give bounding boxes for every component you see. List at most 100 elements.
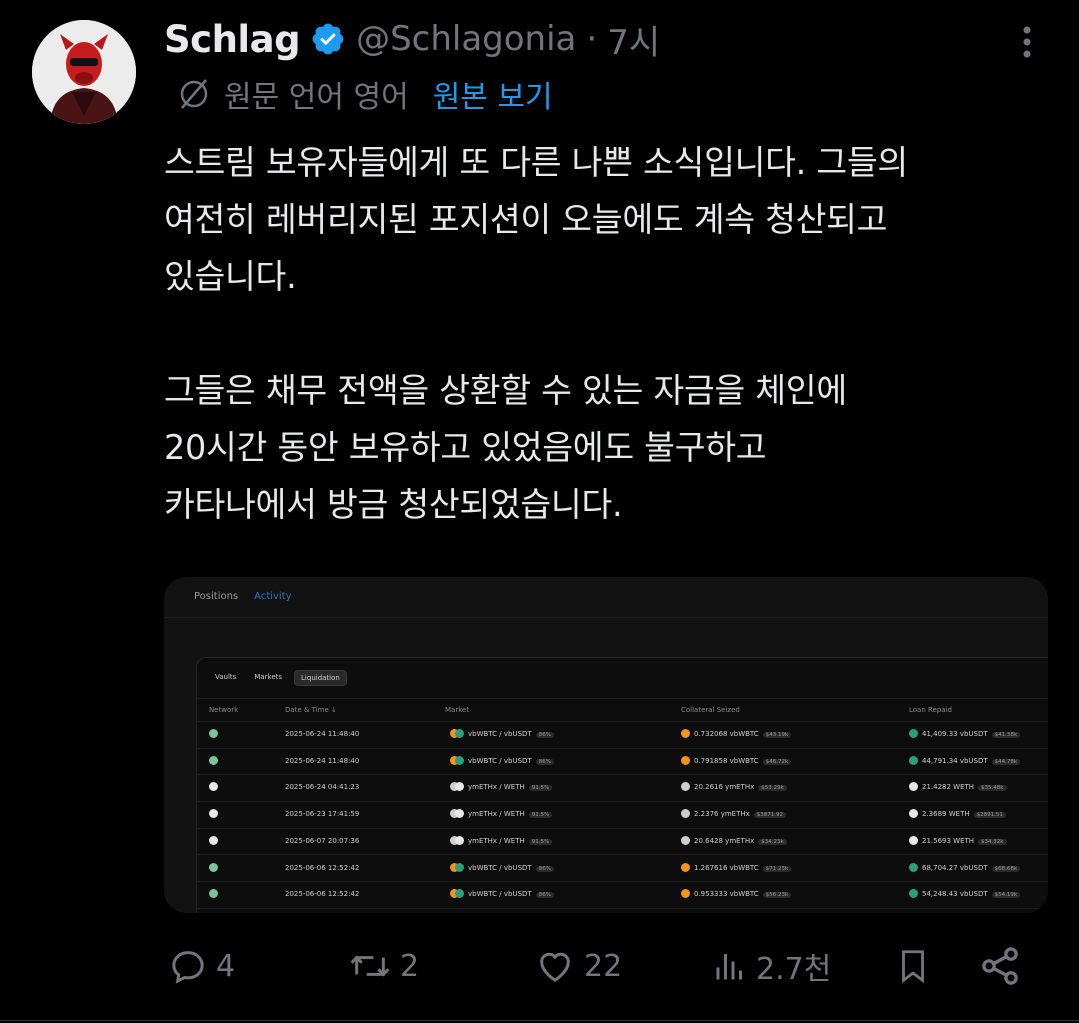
row-date: 2025-06-24 11:48:40 — [285, 756, 360, 765]
network-icon — [209, 782, 218, 792]
lltv-badge: 91.5% — [528, 812, 553, 819]
row-collateral: 20.2616 ymETHx $53.29k — [694, 783, 787, 792]
reply-button[interactable]: 4 — [168, 940, 235, 992]
collateral-amount: 0.732068 vbWBTC — [694, 730, 759, 738]
author-name[interactable]: Schlag — [164, 18, 301, 61]
loan-token-icon — [909, 755, 918, 765]
row-collateral: 1.267616 vbWBTC $71.23k — [694, 863, 792, 872]
pill-vaults: Vaults — [215, 673, 237, 681]
table-row: 2025-06-24 04:41:23 ymETHx / WETH 91.5% 20.… — [197, 774, 1048, 803]
network-icon — [209, 889, 218, 899]
tweet-text: 스트림 보유자들에게 또 다른 나쁜 소식입니다. 그들의 여전히 레버리지된 … — [164, 143, 908, 524]
original-language-label: 원문 언어 영어 — [224, 80, 409, 115]
market-pair-icon — [450, 782, 464, 792]
loan-usd-badge: $2891.51 — [973, 812, 1006, 819]
row-market: ymETHx / WETH 91.5% — [468, 837, 553, 845]
row-date: 2025-06-24 04:41:23 — [285, 783, 360, 792]
show-original-link[interactable]: 원본 보기 — [433, 72, 553, 116]
repost-count: 2 — [400, 948, 420, 984]
row-loan: 21.4282 WETH $35.48k — [922, 783, 1007, 792]
loan-token-icon — [909, 862, 918, 872]
pill-markets: Markets — [254, 673, 283, 681]
translation-notice: 원문 언어 영어 원본 보기 — [176, 72, 553, 116]
repost-icon — [350, 955, 390, 977]
table-row: 2025-06-23 17:41:59 ymETHx / WETH 91.5% 2.2… — [197, 801, 1048, 829]
author-handle[interactable]: @Schlagonia — [356, 19, 576, 59]
lltv-badge: 91.5% — [528, 785, 553, 792]
lltv-badge: 91.5% — [528, 838, 553, 845]
loan-usd-badge: $34.32k — [978, 838, 1007, 845]
collateral-usd-badge: $53.29k — [758, 785, 787, 792]
collateral-usd-badge: $34.23k — [758, 838, 787, 845]
collateral-token-icon — [681, 755, 690, 765]
timestamp[interactable]: 7시 — [607, 15, 660, 64]
network-icon — [209, 755, 218, 765]
row-date: 2025-06-23 17:41:59 — [285, 810, 360, 819]
market-pair-icon — [450, 809, 464, 819]
tweet-media-image[interactable]: Positions Activity Vaults Markets Liquid… — [164, 577, 1048, 913]
col-network: Network — [209, 706, 239, 714]
row-date: 2025-06-07 20:07:36 — [285, 836, 360, 845]
loan-amount: 44,791.34 vbUSDT — [922, 756, 988, 765]
collateral-amount: 1.267616 vbWBTC — [694, 863, 759, 872]
lltv-badge: 86% — [535, 865, 554, 872]
avatar[interactable] — [32, 20, 136, 124]
collateral-usd-badge: $43.19k — [762, 732, 792, 738]
table-row: 2025-06-24 11:48:40 vbWBTC / vbUSDT 86% 0.7… — [197, 721, 1048, 749]
loan-usd-badge: $54.19k — [991, 892, 1021, 899]
market-pair: ymETHx / WETH — [468, 783, 525, 792]
row-date: 2025-06-06 12:52:42 — [285, 863, 360, 872]
share-button[interactable] — [978, 940, 1022, 992]
separator-dot: · — [586, 19, 598, 59]
loan-amount: 21.5693 WETH — [922, 836, 975, 845]
row-collateral: 20.6428 ymETHx $34.23k — [694, 837, 787, 845]
row-market: vbWBTC / vbUSDT 86% — [468, 730, 554, 738]
market-pair-icon — [450, 862, 464, 872]
row-collateral: 0.953333 vbWBTC $56.23k — [694, 890, 792, 899]
bookmark-button[interactable] — [894, 940, 932, 992]
media-tabs: Positions Activity — [194, 591, 294, 618]
col-collateral: Collateral Seized — [681, 706, 740, 714]
row-market: vbWBTC / vbUSDT 86% — [468, 864, 554, 872]
network-icon — [209, 862, 218, 872]
collateral-token-icon — [681, 729, 690, 738]
table-row: 2025-06-06 12:52:42 vbWBTC / vbUSDT 86% 1.2… — [197, 855, 1048, 883]
collateral-amount: 20.2616 ymETHx — [694, 783, 755, 792]
verified-badge-icon[interactable] — [310, 21, 346, 57]
row-collateral: 2.2376 ymETHx $3871.92 — [694, 810, 787, 819]
row-market: ymETHx / WETH 91.5% — [468, 783, 553, 792]
row-date: 2025-06-24 11:48:40 — [285, 730, 360, 738]
like-button[interactable]: 22 — [534, 940, 622, 992]
lltv-badge: 86% — [535, 758, 554, 765]
row-market: ymETHx / WETH 91.5% — [468, 810, 553, 819]
more-options-icon[interactable] — [1012, 22, 1042, 62]
collateral-token-icon — [681, 862, 690, 872]
row-date: 2025-06-06 12:52:42 — [285, 890, 360, 899]
loan-amount: 2.3689 WETH — [922, 810, 970, 819]
collateral-amount: 2.2376 ymETHx — [694, 810, 750, 819]
tab-positions: Positions — [194, 591, 239, 602]
row-market: vbWBTC / vbUSDT 86% — [468, 890, 554, 899]
loan-amount: 41,409.33 vbUSDT — [922, 730, 988, 738]
loan-usd-badge: $41.38k — [991, 732, 1021, 738]
loan-usd-badge: $44.78k — [991, 758, 1021, 765]
pill-liquidation: Liquidation — [294, 670, 347, 686]
views-chart-icon — [716, 954, 742, 980]
col-date: Date & Time ↓ — [285, 706, 337, 714]
reply-icon — [172, 951, 204, 984]
loan-token-icon — [909, 809, 918, 819]
loan-amount: 21.4282 WETH — [922, 783, 975, 792]
repost-button[interactable]: 2 — [348, 940, 419, 992]
loan-token-icon — [909, 835, 918, 845]
translate-icon — [180, 79, 208, 109]
collateral-usd-badge: $46.72k — [762, 758, 792, 765]
row-loan: 21.5693 WETH $34.32k — [922, 837, 1007, 845]
like-count: 22 — [584, 948, 623, 984]
collateral-amount: 20.6428 ymETHx — [694, 836, 755, 845]
col-market: Market — [445, 706, 470, 714]
collateral-token-icon — [681, 835, 690, 845]
lltv-badge: 86% — [535, 732, 554, 738]
network-icon — [209, 835, 218, 845]
view-count: 2.7천 — [756, 952, 832, 987]
views-button[interactable]: 2.7천 — [712, 940, 831, 992]
